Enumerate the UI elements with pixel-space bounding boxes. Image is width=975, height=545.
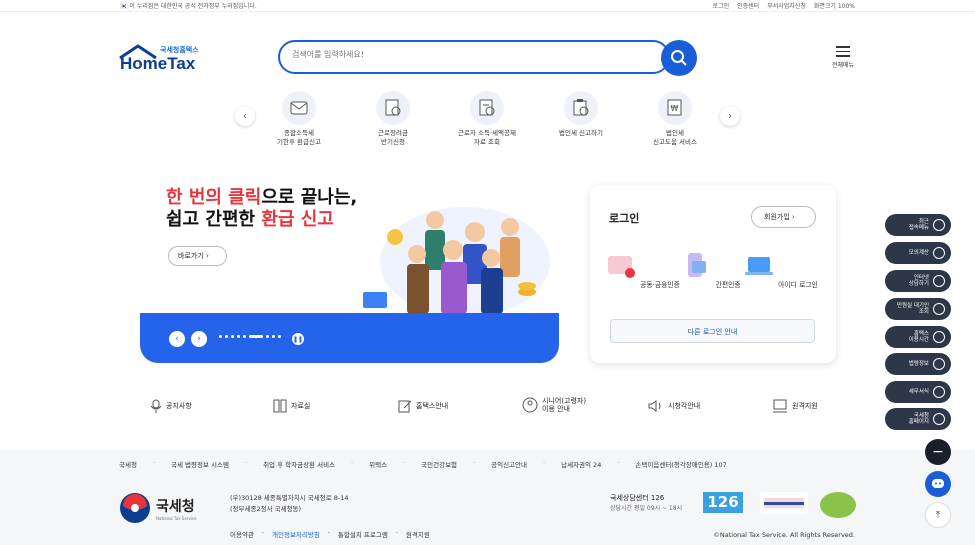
document-search-icon [376, 91, 410, 125]
senior-guide-link[interactable]: 시니어(고령자) 이용 안내 [522, 397, 586, 413]
receipt-search-icon [470, 91, 504, 125]
hometax-guide-link[interactable]: 홈택스안내 [398, 399, 448, 413]
quick-item[interactable]: 종합소득세 기한후 환급신고 [254, 91, 344, 147]
simple-auth-button[interactable]: 간편인증 [674, 251, 746, 289]
chevron-right-icon: › [728, 110, 732, 122]
slide-indicators[interactable] [219, 335, 281, 338]
audiovisual-guide-link[interactable]: 시청각안내 [648, 399, 700, 413]
won-document-icon: ₩ [658, 91, 692, 125]
speaker-icon [648, 400, 661, 412]
chevron-left-icon: ‹ [243, 110, 247, 122]
chatbot-button[interactable] [925, 471, 951, 497]
monitor-icon [773, 399, 787, 413]
collapse-side-button[interactable]: − [925, 439, 951, 465]
edit-document-icon [398, 400, 412, 413]
search-input[interactable] [292, 50, 652, 59]
side-law[interactable]: 법령정보 [885, 353, 951, 375]
side-forms[interactable]: 세무서식 [885, 381, 951, 403]
top-utility-bar: 🇰🇷 이 누리집은 대한민국 공식 전자정부 누리집입니다. 로그인 인증센터 … [0, 0, 975, 12]
flag-icon: 🇰🇷 [120, 3, 130, 10]
arrow-up-icon: ⤒ [935, 509, 941, 521]
slide-next-button[interactable]: › [191, 331, 207, 347]
zoom-select[interactable]: 화면크기 100% [814, 1, 855, 10]
call-center-info: 국세상담센터 126 상담시간 평일 09시 ~ 18시 [610, 494, 683, 512]
footer: 국세청 · 국세 법령정보 시스템 · 취업 후 학자금상환 서비스 · 위택스 · 국… [0, 450, 975, 545]
chatbot-icon [932, 479, 944, 488]
side-consult[interactable]: 인터넷 상담하기 [885, 270, 951, 292]
quick-item[interactable]: 근로장려금 반기신청 [348, 91, 438, 147]
quick-item[interactable]: ₩ 법인세 신고도움 서비스 [630, 91, 720, 147]
side-mock-calc[interactable]: 모의계산 [885, 242, 951, 264]
side-hours[interactable]: 홈택스 이용시간 [885, 326, 951, 348]
calculator-icon [933, 247, 945, 259]
shortcut-links: 공지사항 자료실 홈택스안내 시니어(고령자) 이용 안내 시청각안내 원격지원 [140, 396, 840, 418]
hero-more-button[interactable]: 바로가기 › [168, 246, 227, 266]
svg-text:₩: ₩ [671, 104, 679, 113]
call-126-badge: 126 [703, 492, 743, 513]
microphone-icon [150, 399, 162, 413]
senior-icon [522, 397, 538, 413]
side-waiting[interactable]: 민원실 대기인 조회 [885, 298, 951, 320]
book-icon [273, 399, 287, 413]
minus-icon: − [932, 444, 944, 460]
all-menu-button[interactable]: 전체메뉴 [828, 43, 858, 71]
quick-next-button[interactable]: › [720, 106, 740, 126]
cert-center-link[interactable]: 인증센터 [737, 1, 759, 10]
search-icon [671, 50, 687, 66]
form-icon [933, 386, 945, 398]
quick-prev-button[interactable]: ‹ [235, 106, 255, 126]
certificate-icon [608, 256, 635, 278]
login-panel: 로그인 회원가입 › 공동·금융인증 간편인증 아이디 로그인 다른 로그인 안… [590, 185, 836, 363]
slide-pause-button[interactable]: ❚❚ [292, 333, 304, 345]
hamburger-icon [836, 46, 850, 57]
remote-support-link[interactable]: 원격지원 [772, 399, 818, 413]
quick-item[interactable]: 근로자 소득·세액공제 자료 조회 [442, 91, 532, 147]
side-recent-menu[interactable]: 최근 접속메뉴 [885, 214, 951, 236]
cert-login-button[interactable]: 공동·금융인증 [604, 251, 680, 289]
laptop-icon [745, 257, 773, 275]
chat-icon [933, 275, 945, 287]
login-link[interactable]: 로그인 [713, 1, 730, 10]
chevron-right-icon: › [206, 252, 209, 260]
footer-policy-links: 이용약관 · 개인정보처리방침 · 통합설치 프로그램 · 원격지원 [230, 529, 430, 539]
chevron-right-icon: › [792, 213, 795, 221]
footer-related-links: 국세청 · 국세 법령정보 시스템 · 취업 후 학자금상환 서비스 · 위택스 · 국… [119, 459, 727, 469]
policy-briefing-logo[interactable] [760, 492, 808, 514]
mobile-auth-icon [688, 253, 707, 277]
search-box [278, 40, 670, 74]
dept-apply-link[interactable]: 부서사업자신청 [767, 1, 806, 10]
notice-link[interactable]: 공지사항 [150, 399, 192, 413]
footer-address: (우)30128 세종특별자치시 국세청로 8-14 (정부세종2청사 국세청동… [230, 494, 349, 513]
archive-link[interactable]: 자료실 [273, 399, 310, 413]
scroll-top-button[interactable]: ⤒ [925, 502, 951, 528]
chevron-right-icon: › [197, 334, 201, 344]
clock-icon [933, 219, 945, 231]
home-page-icon [933, 413, 945, 425]
timer-icon [933, 331, 945, 343]
tax-document-icon [282, 91, 316, 125]
nts-emblem-icon [120, 493, 150, 523]
hero-illustration [363, 207, 550, 314]
search-button[interactable] [661, 40, 697, 76]
gavel-icon [933, 358, 945, 370]
quick-item[interactable]: 법인세 신고하기 [536, 91, 626, 138]
chevron-left-icon: ‹ [175, 334, 179, 344]
policy-briefing-icon [764, 498, 804, 508]
id-login-button[interactable]: 아이디 로그인 [742, 251, 818, 289]
top-links: 로그인 인증센터 부서사업자신청 화면크기 100% [713, 1, 855, 10]
clipboard-search-icon [564, 91, 598, 125]
people-search-icon [933, 303, 945, 315]
signup-button[interactable]: 회원가입 › [751, 206, 816, 228]
hero-title: 한 번의 클릭으로 끝나는, 쉽고 간편한 환급 신고 [166, 187, 358, 230]
slide-prev-button[interactable]: ‹ [169, 331, 185, 347]
hometax-logo[interactable]: 국세청홈택스 HomeTax [118, 44, 208, 74]
nts-footer-logo: 국세청 National Tax Service [119, 492, 197, 524]
wa-mark-icon [820, 492, 856, 518]
other-login-button[interactable]: 다른 로그인 안내 [610, 319, 815, 343]
gov-notice[interactable]: 🇰🇷 이 누리집은 대한민국 공식 전자정부 누리집입니다. [120, 1, 257, 10]
side-nts-home[interactable]: 국세청 홈페이지 [885, 408, 951, 430]
pause-icon: ❚❚ [292, 335, 304, 343]
